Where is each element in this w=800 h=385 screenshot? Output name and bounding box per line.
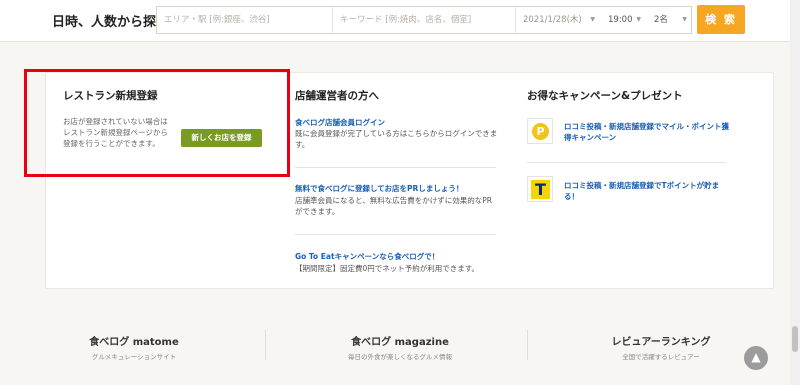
chevron-up-icon: ▲	[751, 350, 761, 364]
owner-register-link[interactable]: 無料で食べログに登録してお店をPRしましょう！	[295, 183, 463, 194]
t-point-icon[interactable]: T	[527, 176, 553, 202]
owner-login-desc: 既に会員登録が完了している方はこちらからログインできます。	[295, 129, 498, 149]
ranking-label: レビュアーランキング	[611, 337, 711, 348]
owners-heading: 店舗運営者の方へ	[295, 90, 379, 102]
scrollbar[interactable]	[790, 0, 800, 385]
search-title: 日時、人数から探す	[52, 15, 170, 30]
chevron-down-icon: ▼	[682, 16, 687, 23]
matome-logo: 食べログ matome	[89, 337, 179, 348]
owner-register-desc: 店舗準会員になると、無料な広告費をかけずに効果的なPRができます。	[295, 196, 492, 216]
date-value: 2021/1/28(木)	[523, 15, 582, 25]
divider	[527, 162, 726, 163]
goto-eat-link[interactable]: Go To Eatキャンペーンなら食べログで！	[295, 251, 439, 262]
people-select[interactable]: 2名 ▼	[647, 7, 693, 33]
magazine-sub: 毎日の外食が楽しくなるグルメ情報	[348, 353, 452, 361]
footer-magazine[interactable]: 食べログ magazine 毎日の外食が楽しくなるグルメ情報	[330, 333, 470, 361]
p-point-icon[interactable]: P	[527, 118, 553, 144]
magazine-logo: 食べログ magazine	[351, 337, 449, 348]
footer-matome[interactable]: 食べログ matome グルメキュレーションサイト	[74, 333, 194, 361]
t-point-campaign-link[interactable]: ロコミ投稿・新規店舗登録でTポイントが貯まる！	[564, 180, 729, 202]
footer-divider	[527, 330, 528, 360]
search-button[interactable]: 検 索	[697, 5, 745, 34]
back-to-top-button[interactable]: ▲	[744, 346, 768, 370]
search-box: エリア・駅 [例:銀座、渋谷] キーワード [例:焼肉、店名、個室] 2021/…	[156, 6, 692, 34]
mile-campaign-link[interactable]: ロコミ投稿・新規店舗登録でマイル・ポイント獲得キャンペーン	[564, 121, 729, 143]
chevron-down-icon: ▼	[590, 16, 595, 23]
people-value: 2名	[654, 15, 668, 25]
divider	[295, 167, 496, 168]
t-point-badge: T	[531, 180, 550, 199]
highlight-box	[24, 69, 290, 177]
owner-login-link[interactable]: 食べログ店舗会員ログイン	[295, 117, 385, 128]
footer-divider	[265, 330, 266, 360]
campaigns-heading: お得なキャンペーン&プレゼント	[527, 90, 683, 102]
time-select[interactable]: 19:00 ▼	[601, 7, 647, 33]
p-point-badge: P	[532, 123, 549, 140]
ranking-sub: 全国で活躍するレビュアー	[622, 353, 700, 361]
matome-sub: グルメキュレーションサイト	[91, 353, 177, 361]
area-input[interactable]: エリア・駅 [例:銀座、渋谷]	[157, 7, 333, 33]
goto-eat-desc: 【期間限定】固定費0円でネット予約が利用できます。	[295, 264, 480, 273]
footer-ranking[interactable]: レビュアーランキング 全国で活躍するレビュアー	[596, 333, 726, 361]
chevron-down-icon: ▼	[636, 16, 641, 23]
keyword-input[interactable]: キーワード [例:焼肉、店名、個室]	[333, 7, 516, 33]
date-select[interactable]: 2021/1/28(木) ▼	[516, 7, 601, 33]
scroll-thumb[interactable]	[792, 326, 798, 352]
divider	[295, 234, 496, 235]
time-value: 19:00	[608, 15, 633, 25]
search-bar: 日時、人数から探す エリア・駅 [例:銀座、渋谷] キーワード [例:焼肉、店名…	[0, 0, 790, 42]
